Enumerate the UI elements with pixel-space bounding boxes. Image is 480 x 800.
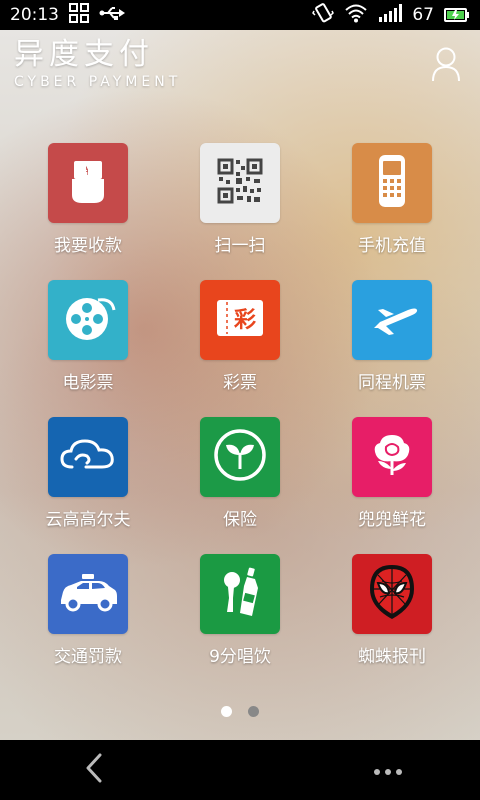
signal-icon [378, 3, 403, 28]
tile-label: 蜘蛛报刊 [358, 647, 426, 667]
tile-icon-box [352, 143, 432, 223]
tile-lottery[interactable]: 彩 彩票 [164, 280, 316, 417]
tile-label: 彩票 [223, 373, 257, 393]
tile-label: 保险 [223, 510, 257, 530]
battery-icon [444, 7, 470, 23]
film-reel-icon [58, 288, 118, 352]
app-header: 异度支付 CYBER PAYMENT [0, 30, 480, 100]
service-grid: ¥ 我要收款 [0, 143, 480, 703]
svg-text:彩: 彩 [233, 308, 256, 333]
tile-label: 9分唱饮 [209, 647, 271, 667]
status-time: 20:13 [10, 5, 59, 25]
tile-icon-box [48, 554, 128, 634]
status-bar: 20:13 67 [0, 0, 480, 30]
tile-label: 交通罚款 [54, 647, 122, 667]
tile-label: 手机充值 [358, 236, 426, 256]
tile-receive-payment[interactable]: ¥ 我要收款 [12, 143, 164, 280]
page-indicator [0, 706, 480, 717]
tile-spider-magazine[interactable]: 蜘蛛报刊 [316, 554, 468, 691]
wifi-icon [344, 3, 368, 28]
tile-label: 兜兜鲜花 [358, 510, 426, 530]
tile-icon-box [200, 554, 280, 634]
cloud-icon [58, 435, 118, 479]
battery-level: 67 [412, 5, 434, 25]
usb-icon [99, 5, 125, 26]
tile-movie-tickets[interactable]: 电影票 [12, 280, 164, 417]
tile-traffic-fines[interactable]: 交通罚款 [12, 554, 164, 691]
tile-mobile-topup[interactable]: 手机充值 [316, 143, 468, 280]
tile-icon-box [48, 417, 128, 497]
lottery-ticket-icon: 彩 [215, 296, 265, 344]
tile-icon-box [200, 417, 280, 497]
mobile-phone-icon [372, 153, 412, 213]
tile-scan[interactable]: 扫一扫 [164, 143, 316, 280]
tile-flight-tickets[interactable]: 同程机票 [316, 280, 468, 417]
tile-icon-box: 彩 [200, 280, 280, 360]
tile-label: 我要收款 [54, 236, 122, 256]
page-dot-active[interactable] [221, 706, 232, 717]
tile-label: 云高高尔夫 [45, 510, 131, 530]
back-chevron-icon [84, 753, 104, 787]
tile-karaoke-drinks[interactable]: 9分唱饮 [164, 554, 316, 691]
back-button[interactable] [76, 752, 112, 788]
brand-logo: 异度支付 CYBER PAYMENT [14, 37, 182, 91]
more-dots-icon [373, 761, 403, 780]
airplane-icon [364, 298, 420, 342]
tile-insurance[interactable]: 保险 [164, 417, 316, 554]
taxi-car-icon [57, 572, 119, 616]
tile-icon-box [48, 280, 128, 360]
page-dot-inactive[interactable] [248, 706, 259, 717]
tile-icon-box: ¥ [48, 143, 128, 223]
tile-label: 扫一扫 [214, 236, 266, 256]
brand-title: 异度支付 [14, 37, 154, 72]
tile-label: 电影票 [62, 373, 114, 393]
brand-subtitle: CYBER PAYMENT [14, 74, 182, 90]
qr-grid-icon [69, 2, 89, 28]
more-button[interactable] [370, 752, 406, 788]
tile-flowers[interactable]: 兜兜鲜花 [316, 417, 468, 554]
tile-icon-box [352, 554, 432, 634]
leaf-icon [212, 427, 268, 487]
tile-label: 同程机票 [358, 373, 426, 393]
tile-icon-box [352, 417, 432, 497]
tile-icon-box [200, 143, 280, 223]
spiderman-icon [364, 561, 420, 627]
rose-icon [364, 427, 420, 487]
navigation-bar [0, 740, 480, 800]
app-screen: 20:13 67 异度支付 CYBER PAYMENT 我要收款 扫一扫 手机充… [0, 0, 480, 800]
vibrate-icon [312, 2, 335, 29]
user-profile-button[interactable] [428, 46, 464, 86]
qr-code-icon [217, 158, 263, 208]
hand-money-icon: ¥ [58, 151, 118, 215]
tile-icon-box [352, 280, 432, 360]
mic-bottle-icon [212, 564, 268, 624]
user-icon [431, 46, 461, 86]
tile-golf[interactable]: 云高高尔夫 [12, 417, 164, 554]
